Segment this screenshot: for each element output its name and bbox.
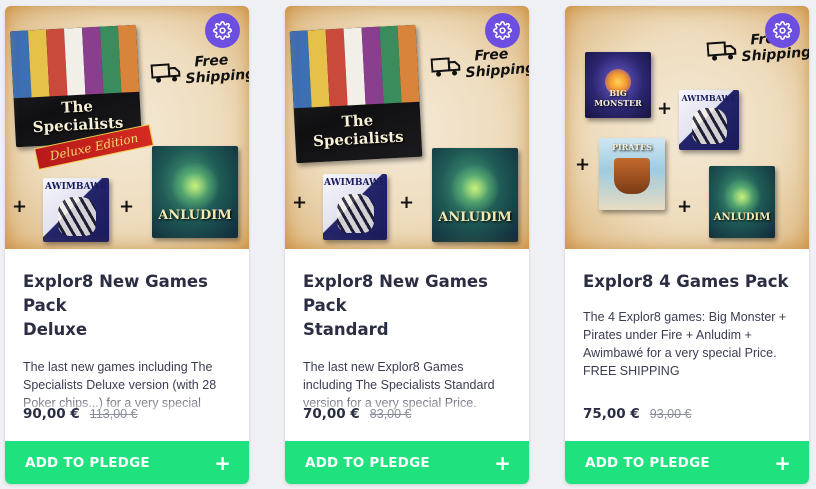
add-to-pledge-button[interactable]: ADD TO PLEDGE + [5, 441, 249, 484]
product-description: The 4 Explor8 games: Big Monster + Pirat… [583, 310, 787, 378]
product-title-line: Explor8 New Games Pack [23, 272, 208, 315]
awimbawe-box-art: AWIMBAWÉ [679, 90, 739, 150]
product-title-line: Deluxe [23, 320, 88, 339]
anludim-box-art: ANLUDIM [432, 148, 518, 242]
add-to-pledge-button[interactable]: ADD TO PLEDGE + [285, 441, 529, 484]
current-price: 90,00 € [23, 406, 80, 422]
awimbawe-box-art: AWIMBAWÉ [323, 174, 387, 240]
box-title: AWIMBAWÉ [45, 182, 107, 192]
free-shipping-badge: Free Shipping [150, 50, 249, 89]
product-image[interactable]: The Specialists Deluxe Edition Free Ship… [5, 6, 249, 249]
product-title-line: Explor8 New Games Pack [303, 272, 488, 315]
anludim-box-art: ANLUDIM [152, 146, 238, 238]
anludim-box-art: ANLUDIM [709, 166, 775, 238]
product-image[interactable]: Free Shipping BIG MONSTER + AWIMBAWÉ + P… [565, 6, 809, 249]
product-card: The Specialists Free Shipping + AWIMBAWÉ… [285, 6, 529, 484]
box-title: ANLUDIM [713, 212, 771, 223]
box-title: BIG MONSTER [594, 88, 642, 108]
price-row: 70,00 € 83,00 € [303, 406, 412, 422]
settings-button[interactable] [765, 13, 800, 48]
free-shipping-badge: Free Shipping [430, 44, 529, 83]
product-image[interactable]: The Specialists Free Shipping + AWIMBAWÉ… [285, 6, 529, 249]
product-title[interactable]: Explor8 New Games Pack Deluxe [23, 270, 231, 342]
plus-sign: + [119, 196, 135, 217]
product-card: The Specialists Deluxe Edition Free Ship… [5, 6, 249, 484]
pirates-box-art: PIRATES [599, 138, 665, 210]
box-title: The Specialists [312, 111, 405, 151]
specialists-box-art: The Specialists [289, 24, 423, 164]
box-title: AWIMBAWÉ [324, 178, 386, 188]
product-title-line: Standard [303, 320, 389, 339]
plus-sign: + [399, 192, 415, 213]
product-card: Free Shipping BIG MONSTER + AWIMBAWÉ + P… [565, 6, 809, 484]
truck-icon [706, 41, 737, 61]
price-row: 90,00 € 113,00 € [23, 406, 138, 422]
gear-icon [493, 21, 512, 40]
settings-button[interactable] [205, 13, 240, 48]
box-title: ANLUDIM [438, 210, 512, 225]
plus-sign: + [12, 196, 28, 217]
plus-sign: + [657, 98, 673, 119]
settings-button[interactable] [485, 13, 520, 48]
box-title: PIRATES [611, 142, 652, 152]
current-price: 75,00 € [583, 406, 640, 422]
truck-icon [430, 57, 461, 77]
price-row: 75,00 € 93,00 € [583, 406, 692, 422]
original-price: 113,00 € [89, 407, 138, 421]
original-price: 93,00 € [649, 407, 692, 421]
plus-sign: + [677, 196, 693, 217]
box-title: AWIMBAWÉ [681, 93, 737, 103]
add-to-pledge-label: ADD TO PLEDGE [585, 454, 710, 471]
add-to-pledge-label: ADD TO PLEDGE [305, 454, 430, 471]
product-description: The last new Explor8 Games including The… [303, 360, 495, 410]
shipping-text: Shipping [741, 44, 809, 66]
product-title-line: Explor8 4 Games Pack [583, 272, 789, 291]
add-to-pledge-button[interactable]: ADD TO PLEDGE + [565, 441, 809, 484]
product-title[interactable]: Explor8 4 Games Pack [583, 270, 791, 294]
gear-icon [213, 21, 232, 40]
plus-icon: + [494, 450, 511, 475]
original-price: 83,00 € [369, 407, 412, 421]
product-title[interactable]: Explor8 New Games Pack Standard [303, 270, 511, 342]
plus-icon: + [214, 450, 231, 475]
current-price: 70,00 € [303, 406, 360, 422]
box-title: ANLUDIM [158, 208, 232, 223]
plus-icon: + [774, 450, 791, 475]
add-to-pledge-label: ADD TO PLEDGE [25, 454, 150, 471]
gear-icon [773, 21, 792, 40]
product-description: The last new games including The Special… [23, 360, 217, 410]
truck-icon [150, 63, 181, 83]
plus-sign: + [292, 192, 308, 213]
plus-sign: + [575, 154, 591, 175]
big-monster-box-art: BIG MONSTER [585, 52, 651, 118]
awimbawe-box-art: AWIMBAWÉ [43, 178, 109, 242]
